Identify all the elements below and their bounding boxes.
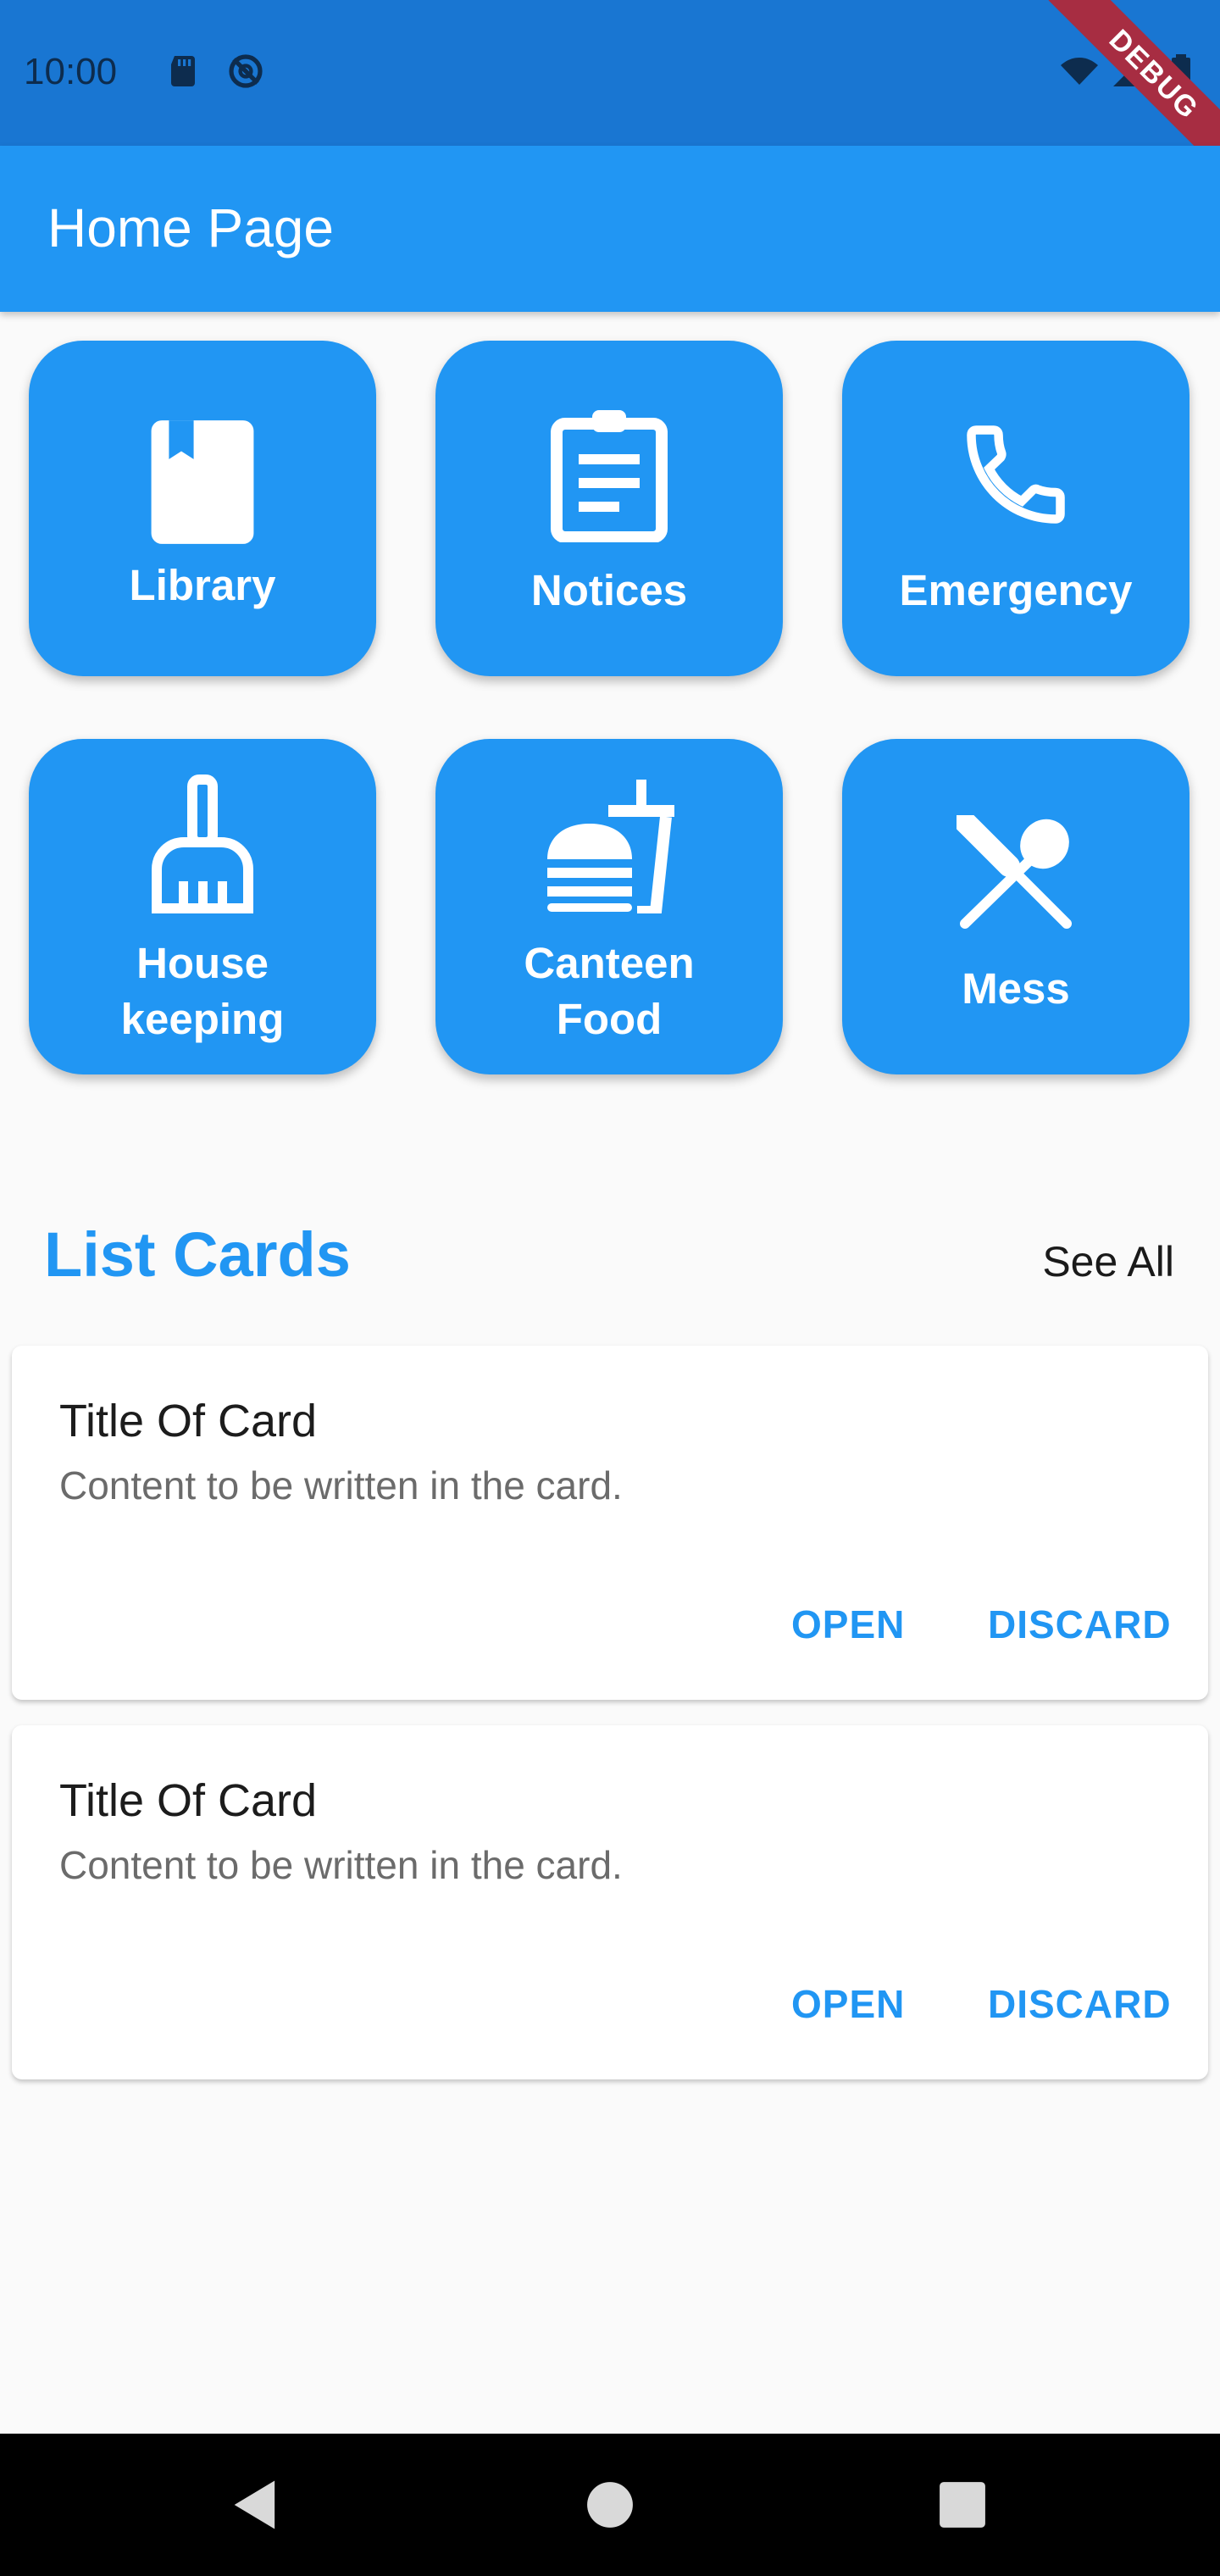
tile-label-line2: Food (556, 995, 663, 1043)
card-content: Content to be written in the card. (59, 1463, 623, 1507)
card-title: Title Of Card (59, 1775, 318, 1826)
tile-mess[interactable]: Mess (842, 739, 1190, 1074)
restaurant-icon (957, 815, 1072, 929)
tile-emergency[interactable]: Emergency (842, 341, 1190, 676)
tile-label: Mess (962, 964, 1070, 1013)
tile-label-line1: Canteen (524, 939, 695, 987)
list-card: Title Of Card Content to be written in t… (12, 1346, 1208, 1700)
card-title: Title Of Card (59, 1396, 318, 1446)
open-button[interactable]: OPEN (791, 1602, 905, 1647)
phone-icon (967, 425, 1065, 524)
card-content: Content to be written in the card. (59, 1843, 623, 1887)
nav-bar (0, 2434, 1220, 2576)
tile-label: Library (129, 561, 276, 609)
home-icon[interactable] (578, 2473, 642, 2537)
tile-housekeeping[interactable]: House keeping (29, 739, 376, 1074)
tile-canteen-food[interactable]: Canteen Food (435, 739, 783, 1074)
recents-icon[interactable] (930, 2473, 995, 2537)
tile-label: Notices (530, 566, 688, 614)
screen: 10:00 DEBUG Home Page Library Notices Em… (0, 0, 1220, 2576)
fastfood-icon (547, 780, 674, 913)
see-all-link[interactable]: See All (1042, 1237, 1174, 1286)
sd-card-icon (171, 56, 195, 86)
sync-off-icon (229, 54, 263, 88)
app-bar: Home Page (0, 146, 1220, 312)
open-button[interactable]: OPEN (791, 1981, 905, 2027)
broom-icon (152, 774, 253, 913)
tile-label: Emergency (899, 566, 1133, 614)
tile-library[interactable]: Library (29, 341, 376, 676)
tile-label-line2: keeping (120, 995, 285, 1043)
status-time: 10:00 (24, 51, 118, 92)
clipboard-icon (551, 410, 668, 542)
tile-notices[interactable]: Notices (435, 341, 783, 676)
tile-label: Canteen Food (435, 935, 783, 1047)
discard-button[interactable]: DISCARD (988, 1981, 1172, 2027)
discard-button[interactable]: DISCARD (988, 1602, 1172, 1647)
book-icon (151, 420, 254, 544)
section-title: List Cards (44, 1219, 351, 1290)
back-icon[interactable] (224, 2473, 288, 2537)
page-title: Home Page (47, 197, 334, 258)
list-card: Title Of Card Content to be written in t… (12, 1725, 1208, 2079)
tile-label-line1: House (136, 939, 269, 987)
tile-label: House keeping (29, 935, 376, 1047)
status-bar: 10:00 DEBUG (0, 0, 1220, 180)
